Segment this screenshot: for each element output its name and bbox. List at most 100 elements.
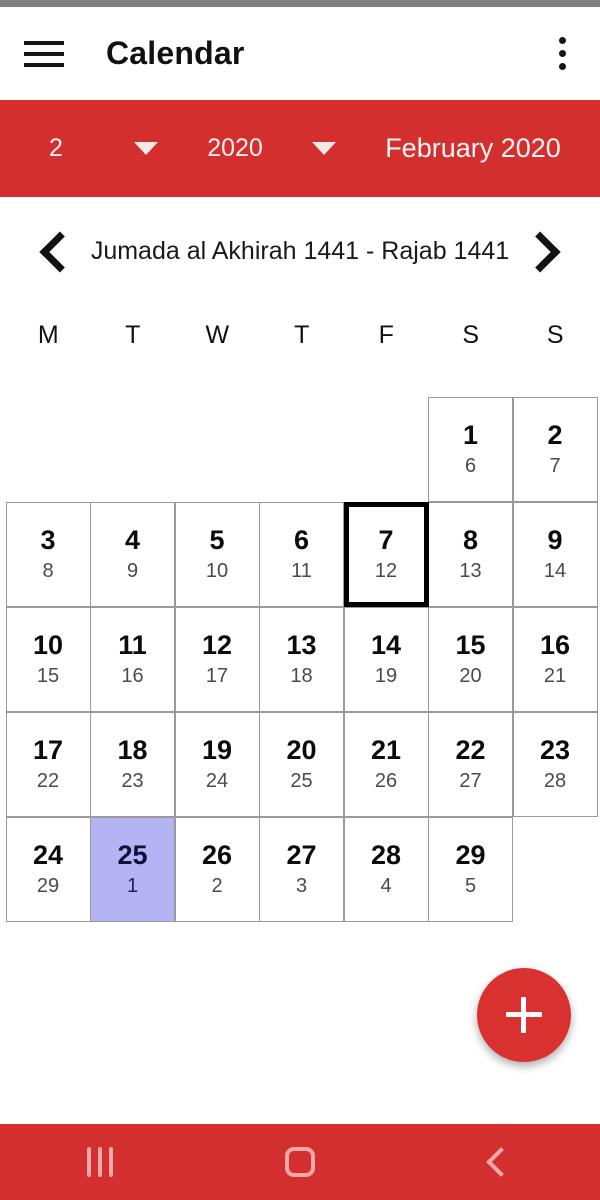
- gregorian-day-number: 23: [539, 735, 571, 766]
- hamburger-bar: [24, 62, 64, 67]
- calendar-day-cell[interactable]: 15 20: [428, 606, 513, 712]
- gregorian-month-label: February 2020: [385, 133, 561, 163]
- gregorian-day-number: 11: [118, 630, 147, 661]
- hijri-day-number: 6: [464, 455, 477, 478]
- chevron-right-icon[interactable]: [520, 229, 566, 275]
- hijri-day-number: 13: [459, 560, 482, 583]
- calendar-day-cell[interactable]: 6 11: [259, 501, 344, 607]
- calendar-day-cell[interactable]: 22 27: [428, 711, 513, 817]
- calendar-day-cell[interactable]: 24 29: [5, 816, 91, 922]
- hijri-month-range: Jumada al Akhirah 1441 - Rajab 1441: [90, 237, 510, 266]
- hijri-day-number: 29: [36, 875, 60, 898]
- calendar-cell-empty: [175, 397, 260, 503]
- recents-bar: [109, 1147, 113, 1177]
- weekday-header: M T W T F S S: [6, 307, 600, 363]
- calendar-day-cell[interactable]: 16 21: [512, 606, 598, 712]
- calendar-day-cell[interactable]: 38: [5, 501, 91, 607]
- calendar-day-cell[interactable]: 29 5: [428, 816, 513, 922]
- gregorian-day-number: 27: [286, 840, 317, 871]
- gregorian-day-number: 1: [462, 420, 479, 451]
- more-vertical-icon[interactable]: [546, 34, 578, 74]
- recents-button[interactable]: [0, 1124, 200, 1200]
- month-navigator: Jumada al Akhirah 1441 - Rajab 1441: [0, 197, 600, 307]
- back-button[interactable]: [400, 1124, 600, 1200]
- calendar-day-cell[interactable]: 21 26: [343, 711, 429, 817]
- calendar-day-cell[interactable]: 17 22: [5, 711, 91, 817]
- hijri-day-number: 8: [42, 560, 54, 583]
- hijri-day-number: 23: [121, 770, 144, 793]
- hijri-day-number: 21: [543, 665, 567, 688]
- calendar-day-cell[interactable]: 19 24: [174, 711, 260, 817]
- calendar-day-cell[interactable]: 7 12: [343, 501, 429, 607]
- calendar-cell-empty: [259, 397, 344, 503]
- gregorian-day-number: 22: [455, 735, 486, 766]
- calendar-day-cell[interactable]: 20 25: [259, 711, 344, 817]
- calendar-day-cell[interactable]: 14 19: [343, 606, 429, 712]
- calendar-day-cell[interactable]: 27: [512, 396, 598, 502]
- hijri-day-number: 28: [543, 770, 567, 793]
- hamburger-bar: [24, 51, 64, 56]
- gregorian-day-number: 24: [32, 840, 64, 871]
- year-chevron-down-icon[interactable]: [312, 142, 336, 155]
- calendar-day-cell[interactable]: 13 18: [259, 606, 344, 712]
- gregorian-day-number: 17: [32, 735, 64, 766]
- calendar-day-cell[interactable]: 18 23: [90, 711, 175, 817]
- calendar-day-cell[interactable]: 11 16: [90, 606, 175, 712]
- weekday-label: T: [294, 320, 310, 349]
- hijri-day-number: 20: [459, 665, 482, 688]
- hijri-day-number: 17: [205, 665, 229, 688]
- hijri-day-number: 12: [374, 560, 398, 583]
- page-title: Calendar: [106, 35, 245, 71]
- gregorian-day-number: 3: [40, 525, 56, 556]
- gregorian-day-number: 4: [124, 525, 141, 556]
- hijri-day-number: 27: [459, 770, 482, 793]
- hijri-day-number: 26: [374, 770, 398, 793]
- add-event-button[interactable]: [477, 968, 571, 1062]
- hijri-day-number: 5: [464, 875, 477, 898]
- calendar-day-cell[interactable]: 10 15: [5, 606, 91, 712]
- hijri-day-number: 3: [295, 875, 308, 898]
- calendar-day-cell[interactable]: 12 17: [174, 606, 260, 712]
- calendar-day-cell[interactable]: 27 3: [259, 816, 344, 922]
- gregorian-day-number: 7: [378, 525, 394, 556]
- hijri-day-number: 18: [290, 665, 313, 688]
- date-selector-bar: 2 2020 February 2020: [0, 100, 600, 197]
- year-select-value[interactable]: 2020: [180, 134, 290, 163]
- gregorian-day-number: 14: [370, 630, 402, 661]
- calendar-day-cell[interactable]: 16: [428, 396, 513, 502]
- system-navigation-bar: [0, 1124, 600, 1200]
- weekday-label: T: [125, 320, 141, 349]
- calendar-day-cell[interactable]: 49: [90, 501, 175, 607]
- hijri-day-number: 19: [374, 665, 398, 688]
- calendar-day-cell[interactable]: 5 10: [174, 501, 260, 607]
- gregorian-day-number: 6: [293, 525, 310, 556]
- app-root: Calendar 2 2020 February 2020 Jumada al …: [0, 0, 600, 1200]
- hamburger-menu-icon[interactable]: [22, 38, 66, 70]
- hijri-day-number: 16: [121, 665, 144, 688]
- calendar-day-cell[interactable]: 23 28: [512, 711, 598, 817]
- month-select-value[interactable]: 2: [0, 134, 112, 163]
- gregorian-day-number: 13: [286, 630, 317, 661]
- calendar-day-cell[interactable]: 28 4: [343, 816, 429, 922]
- gregorian-day-number: 2: [547, 420, 563, 451]
- gregorian-day-number: 21: [370, 735, 402, 766]
- home-button[interactable]: [200, 1124, 400, 1200]
- calendar-day-cell[interactable]: 26 2: [174, 816, 260, 922]
- calendar-day-cell[interactable]: 9 14: [512, 501, 598, 607]
- calendar-cell-empty: [513, 817, 598, 923]
- gregorian-day-number: 10: [32, 630, 64, 661]
- app-bar: Calendar: [0, 7, 600, 100]
- calendar-day-cell[interactable]: 8 13: [428, 501, 513, 607]
- chevron-left-icon[interactable]: [34, 229, 80, 275]
- gregorian-day-number: 5: [209, 525, 225, 556]
- calendar-day-cell[interactable]: 25 1: [90, 816, 175, 922]
- overflow-dot: [558, 37, 566, 44]
- month-chevron-down-icon[interactable]: [134, 142, 158, 155]
- hijri-day-number: 10: [205, 560, 229, 583]
- gregorian-day-number: 12: [201, 630, 233, 661]
- gregorian-day-number: 8: [462, 525, 479, 556]
- hijri-day-number: 7: [549, 455, 561, 478]
- hijri-day-number: 1: [126, 875, 139, 898]
- weekday-label: W: [205, 320, 230, 349]
- weekday-label: S: [462, 320, 480, 349]
